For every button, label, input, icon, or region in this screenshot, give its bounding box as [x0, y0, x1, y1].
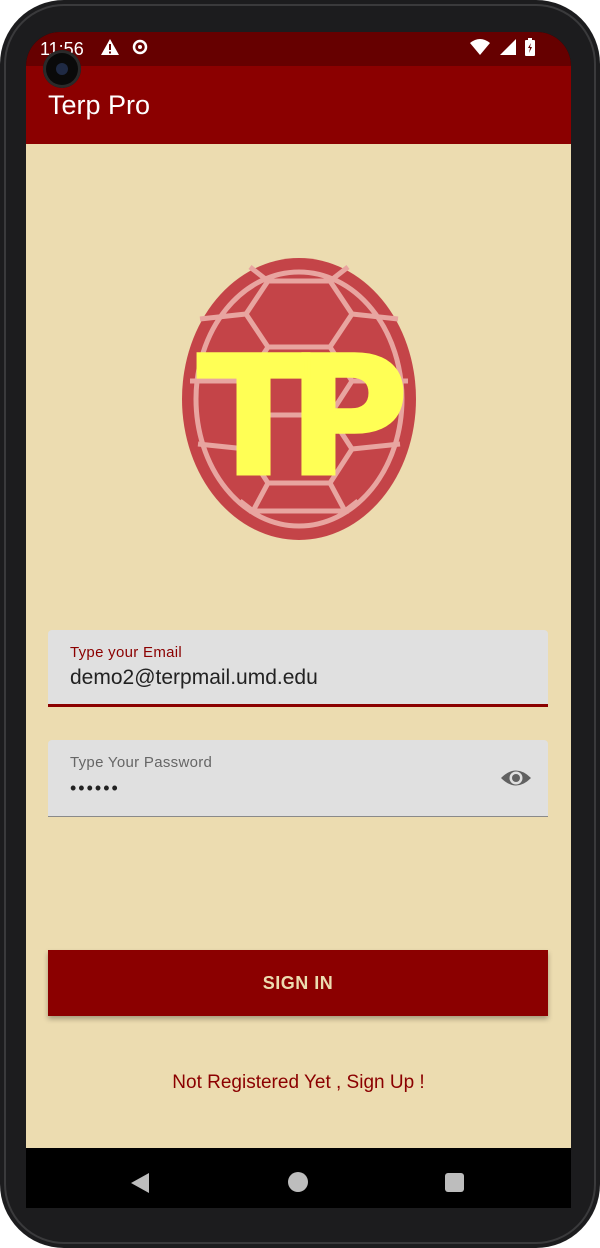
app-bar: Terp Pro: [26, 66, 571, 144]
turtle-shell-logo: TP: [182, 258, 418, 540]
home-icon[interactable]: [288, 1172, 308, 1192]
sign-in-button[interactable]: SIGN IN: [48, 950, 548, 1016]
sign-up-link[interactable]: Not Registered Yet , Sign Up !: [26, 1072, 571, 1094]
eye-icon[interactable]: [500, 766, 532, 790]
email-field-label: Type your Email: [70, 644, 183, 661]
email-field[interactable]: Type your Email demo2@terpmail.umd.edu: [48, 630, 548, 707]
navigation-bar: [26, 1148, 571, 1208]
recents-icon[interactable]: [445, 1173, 464, 1192]
status-left-icons: [100, 38, 150, 56]
wifi-icon: [470, 39, 490, 55]
warning-icon: [101, 39, 119, 55]
back-icon[interactable]: [130, 1172, 150, 1194]
screen: 11:56 Terp Pro TP Type your Email demo2@…: [26, 32, 571, 1208]
phone-frame: 11:56 Terp Pro TP Type your Email demo2@…: [0, 0, 600, 1248]
signal-icon: [500, 39, 516, 55]
status-bar: 11:56: [26, 32, 571, 66]
status-right-icons: [469, 38, 535, 56]
password-field[interactable]: Type Your Password ••••••: [48, 740, 548, 817]
sync-icon: [132, 39, 148, 55]
password-input[interactable]: ••••••: [70, 778, 120, 799]
email-input[interactable]: demo2@terpmail.umd.edu: [70, 666, 318, 690]
logo-text: TP: [197, 321, 403, 513]
camera-punch-hole: [43, 50, 81, 88]
battery-icon: [525, 38, 535, 56]
app-title: Terp Pro: [48, 90, 151, 120]
password-field-label: Type Your Password: [70, 754, 213, 771]
login-content: TP Type your Email demo2@terpmail.umd.ed…: [26, 144, 571, 1148]
